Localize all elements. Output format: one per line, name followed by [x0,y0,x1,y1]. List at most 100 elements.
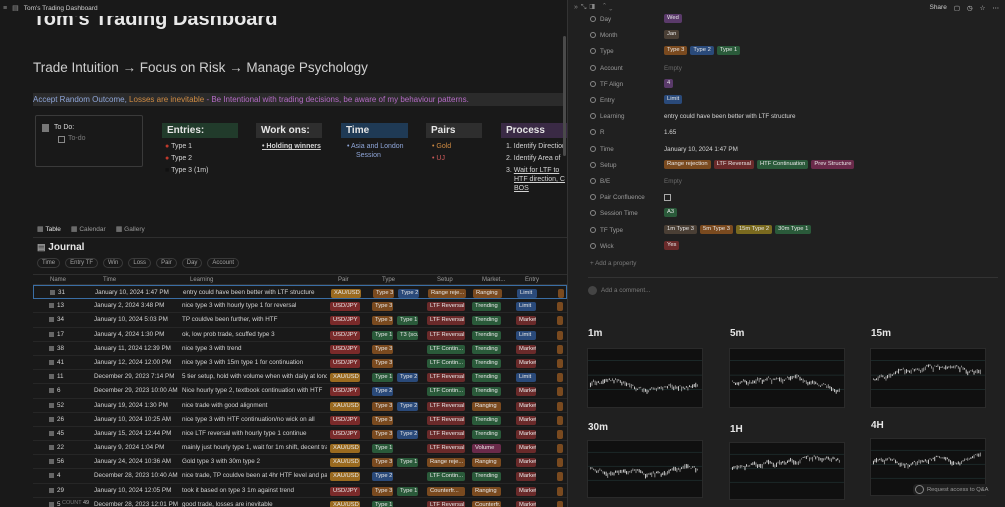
row-name[interactable]: 11 [57,373,64,380]
table-row[interactable]: 31 January 10, 2024 1:47 PM entry could ha… [33,285,567,300]
todo-checkbox[interactable] [58,136,65,143]
row-name[interactable]: 6 [57,387,61,394]
property-value[interactable]: entry could have been better with LTF st… [664,111,795,123]
row-name[interactable]: 22 [57,444,64,451]
add-comment-input[interactable]: Add a comment... [588,286,650,295]
row-name[interactable]: 29 [57,487,64,494]
filter-loss[interactable]: Loss [128,258,152,268]
chart-image-15m[interactable] [870,348,986,408]
scrollbar[interactable] [563,36,566,156]
row-name[interactable]: 56 [57,458,64,465]
table-row[interactable]: 22 January 9, 2024 1:04 PM mainly just hou… [33,441,567,456]
filter-entry-tf[interactable]: Entry TF [65,258,99,268]
filter-time[interactable]: Time [37,258,61,268]
table-row[interactable]: 17 January 4, 2024 1:30 PM ok, low prob tr… [33,328,567,342]
property-value[interactable]: 1m Type 3 5m Type 3 15m Type 2 30m Type 1 [664,224,814,237]
tab-gallery[interactable]: ▦ Gallery [116,226,145,233]
tab-table[interactable]: ▦ Table [37,226,61,233]
property-month[interactable]: Month Jan [590,30,1000,42]
table-row[interactable]: 56 January 24, 2024 10:36 AM Gold type 3 w… [33,455,567,470]
col-time[interactable]: Time [103,277,116,283]
col-pair[interactable]: Pair [338,277,349,283]
sidebar-toggle-icon[interactable]: ≡ [3,5,7,12]
share-button[interactable]: Share [929,4,946,12]
todo-placeholder[interactable]: To-do [68,135,86,142]
property-time[interactable]: Time January 10, 2024 1:47 PM [590,144,1000,156]
col-name[interactable]: Name [50,277,66,283]
table-row[interactable]: 34 January 10, 2024 5:03 PM TP couldve bee… [33,313,567,328]
col-setup[interactable]: Setup [437,277,453,283]
col-market[interactable]: Market... [482,277,505,283]
property-value[interactable]: Range rejection LTF Reversal HTF Continuat… [664,159,857,172]
property-pair-confluence[interactable]: Pair Confluence [590,192,1000,204]
row-name[interactable]: 13 [57,302,64,309]
property-day[interactable]: Day Wed [590,14,1000,26]
chart-image-5m[interactable] [729,348,845,408]
star-icon[interactable]: ☆ [980,4,986,12]
property-tf-align[interactable]: TF Align 4 [590,78,1000,91]
table-row[interactable]: 38 January 11, 2024 12:39 PM nice type 3 w… [33,342,567,356]
add-property-button[interactable]: + Add a property [590,260,636,267]
property-value[interactable]: 4 [664,78,676,91]
tab-calendar[interactable]: ▦ Calendar [71,226,106,233]
pair-confluence-checkbox[interactable] [664,194,671,202]
property-value[interactable]: January 10, 2024 1:47 PM [664,144,738,156]
row-name[interactable]: 34 [57,316,64,323]
table-row[interactable]: 52 January 19, 2024 1:30 PM nice trade wit… [33,399,567,413]
table-row[interactable]: 29 January 10, 2024 12:05 PM took it based… [33,484,567,498]
property-type[interactable]: Type Type 3 Type 2 Type 1 [590,46,1000,58]
table-row[interactable]: 41 January 12, 2024 12:00 PM nice type 3 w… [33,356,567,371]
row-name[interactable]: 31 [58,289,65,296]
filter-pair[interactable]: Pair [156,258,177,268]
property-account[interactable]: Account Empty [590,63,1000,75]
row-name[interactable]: 38 [57,345,64,352]
property-session-time[interactable]: Session Time A3 [590,208,1000,220]
row-name[interactable]: 52 [57,402,64,409]
chart-image-30m[interactable] [587,440,703,498]
table-row[interactable]: 13 January 2, 2024 3:48 PM nice type 3 wit… [33,299,567,314]
chart-image-1h[interactable] [729,442,845,500]
property-value[interactable]: Empty [664,63,682,75]
row-name[interactable]: 45 [57,430,64,437]
comment-icon[interactable]: ▢ [954,4,960,12]
property-value[interactable]: Wed [664,14,685,26]
row-name[interactable]: 41 [57,359,64,366]
property-learning[interactable]: Learning entry could have been better wit… [590,111,1000,123]
row-name[interactable]: 17 [57,331,64,338]
property-value[interactable]: 1.65 [664,127,676,139]
clock-icon[interactable]: ◷ [967,4,973,12]
property-b-e[interactable]: B/E Empty [590,176,1000,188]
property-r[interactable]: R 1.65 [590,127,1000,139]
row-name[interactable]: 26 [57,416,64,423]
more-icon[interactable]: ⋯ [993,4,1000,12]
property-value[interactable]: Jan [664,30,682,42]
request-access-button[interactable]: Request access to Q&A [913,484,991,495]
chart-image-1m[interactable] [587,348,703,408]
table-row[interactable]: 6 December 29, 2023 10:00 AM Nice hourly t… [33,384,567,399]
table-row[interactable]: 4 December 28, 2023 10:40 AM nice trade, T… [33,469,567,484]
filter-win[interactable]: Win [103,258,124,268]
property-tf-type[interactable]: TF Type 1m Type 3 5m Type 3 15m Type 2 30m T… [590,224,1000,237]
col-type[interactable]: Type [382,277,395,283]
filter-day[interactable]: Day [181,258,203,268]
row-name[interactable]: 5 [57,501,61,507]
col-entry[interactable]: Entry [525,277,539,283]
col-learning[interactable]: Learning [190,277,213,283]
table-row[interactable]: 26 January 10, 2024 10:25 AM nice type 3 w… [33,413,567,427]
row-name[interactable]: 4 [57,472,61,479]
property-value[interactable]: A3 [664,208,680,220]
table-row[interactable]: 11 December 29, 2023 7:14 PM 5 tier setup,… [33,370,567,385]
table-row[interactable]: 5 December 28, 2023 12:01 PM good trade, l… [33,498,567,507]
property-wick[interactable]: Wick Yes [590,240,1000,253]
property-entry[interactable]: Entry Limit [590,95,1000,107]
window-title[interactable]: Tom's Trading Dashboard [24,5,98,12]
property-value[interactable]: Limit [664,95,685,107]
panel-nav-icons[interactable]: »⤡◨ ⌃⌄ [574,4,615,12]
property-value[interactable]: Empty [664,176,682,188]
filter-account[interactable]: Account [207,258,240,268]
property-value[interactable]: Yes [664,240,682,253]
property-value[interactable] [664,192,671,204]
property-value[interactable]: Type 3 Type 2 Type 1 [664,46,743,58]
table-row[interactable]: 45 January 15, 2024 12:44 PM nice LTF reve… [33,427,567,442]
property-setup[interactable]: Setup Range rejection LTF Reversal HTF Cont… [590,159,1000,172]
